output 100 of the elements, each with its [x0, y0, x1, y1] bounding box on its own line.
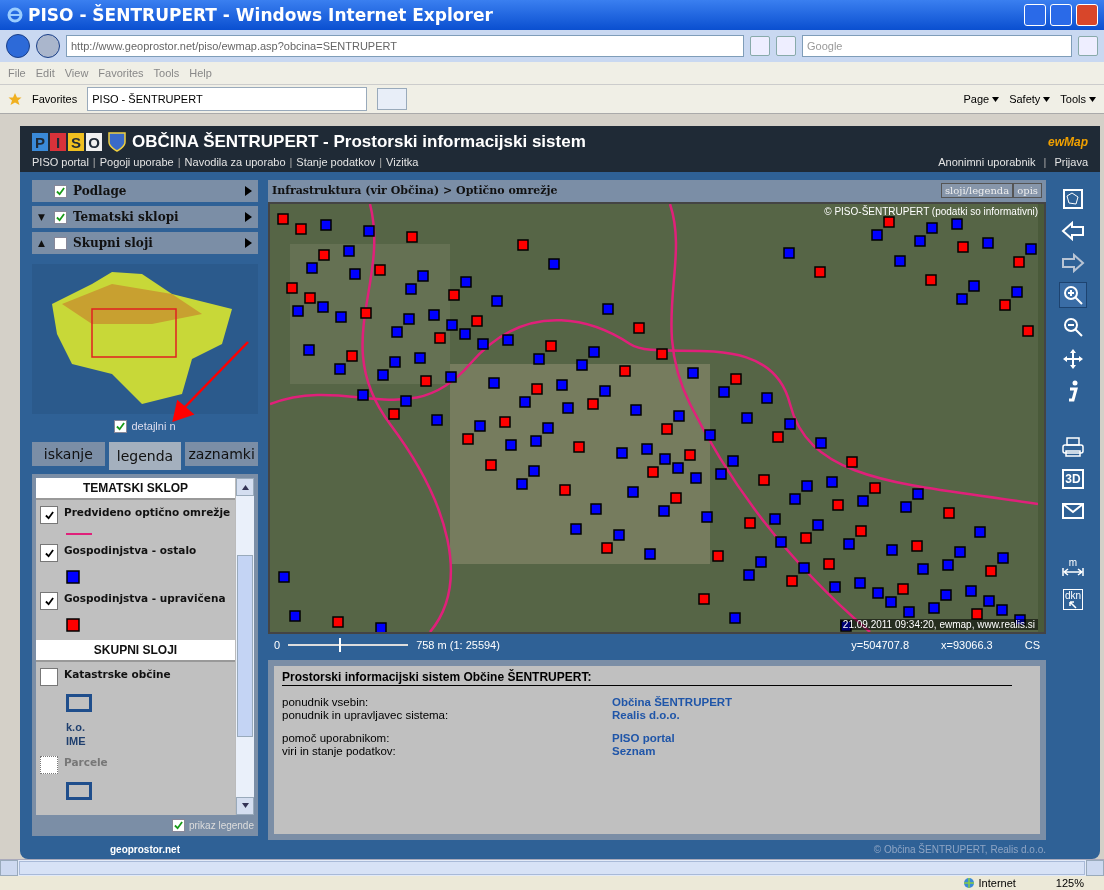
- layer-group[interactable]: Podlage: [32, 180, 258, 202]
- map-attribution: © PISO-ŠENTRUPERT (podatki so informativni): [824, 205, 1038, 217]
- address-field[interactable]: http://www.geoprostor.net/piso/ewmap.asp?obcina=SENTRUPERT: [66, 35, 744, 57]
- user-link[interactable]: Anonimni uporabnik: [938, 156, 1036, 168]
- checkbox[interactable]: [40, 592, 58, 610]
- info-label: ponudnik vsebin:: [282, 695, 370, 709]
- checkbox-label: detajlni n: [131, 420, 176, 432]
- caret-icon[interactable]: [1089, 96, 1096, 102]
- browser-logo-icon: [6, 6, 24, 24]
- nav-link[interactable]: Vizitka: [386, 156, 419, 168]
- user-link[interactable]: Prijava: [1054, 156, 1088, 168]
- scale-reading: 758 m (1: 25594): [416, 638, 500, 651]
- command-menu[interactable]: Safety: [1009, 93, 1041, 105]
- info-label: viri in stanje podatkov:: [282, 744, 397, 758]
- brand-logo: ewMap: [1048, 135, 1088, 149]
- toolbar-button[interactable]: [1059, 218, 1087, 244]
- checkbox[interactable]: [171, 818, 185, 832]
- search-field[interactable]: Google: [802, 35, 1072, 57]
- legend-label: Parcele: [64, 756, 108, 768]
- map-timestamp: 21.09.2011 09:34:20, ewmap, www.realis.si: [839, 618, 1038, 630]
- forward-arrow-icon: [1061, 253, 1085, 273]
- legend-label: Gospodinjstva - ostalo: [64, 544, 197, 556]
- coordinate: y=504707.8: [851, 638, 910, 651]
- info-icon: [1066, 380, 1080, 402]
- breadcrumb: Infrastruktura (vir Občina) > Optično omrežje: [272, 184, 558, 198]
- legend-caption: k.o. IME: [66, 720, 87, 748]
- app-title: OBČINA ŠENTRUPERT - Prostorski informacijski sistem: [132, 132, 587, 152]
- back-button[interactable]: [6, 34, 30, 58]
- envelope-icon: [1061, 502, 1085, 520]
- panel-tab[interactable]: legenda: [108, 442, 182, 470]
- star-icon: [8, 92, 22, 106]
- command-menu[interactable]: Page: [963, 93, 990, 105]
- minimize-button[interactable]: [1024, 4, 1046, 26]
- expand-toggle[interactable]: ▼: [38, 212, 45, 222]
- legend-label: Katastrske občine: [64, 668, 171, 680]
- map-icon: [1062, 188, 1084, 210]
- toolbar-button[interactable]: [1059, 282, 1087, 308]
- zoom-level[interactable]: 125%: [1055, 877, 1084, 889]
- caret-icon[interactable]: [992, 96, 1000, 102]
- link-separator: |: [1043, 156, 1047, 168]
- close-button[interactable]: [1076, 4, 1098, 26]
- toolbar-button[interactable]: [1059, 434, 1087, 460]
- checkmark-icon: [173, 820, 183, 830]
- link-separator: |: [177, 156, 181, 168]
- checkbox[interactable]: [54, 184, 67, 198]
- logo-letter: I: [50, 133, 66, 151]
- info-link[interactable]: Občina ŠENTRUPERT: [612, 695, 1032, 709]
- checkmark-icon: [116, 421, 126, 431]
- info-link[interactable]: Seznam: [612, 744, 1032, 758]
- checkbox[interactable]: [114, 419, 128, 433]
- checkbox[interactable]: [40, 668, 58, 686]
- horizontal-scrollbar[interactable]: [0, 859, 1104, 876]
- legend-label: Gospodinjstva - upravičena: [64, 592, 226, 604]
- info-title: Prostorski informacijski sistem Občine ŠENTRUPERT:: [282, 669, 1012, 686]
- scroll-up-icon[interactable]: [241, 484, 249, 490]
- caret-icon[interactable]: [1043, 96, 1051, 102]
- window-title: PISO - ŠENTRUPERT - Windows Internet Explorer: [28, 5, 494, 25]
- legend-label: Predvideno optično omrežje: [64, 506, 231, 518]
- printer-icon: [1061, 436, 1085, 458]
- nav-link[interactable]: PISO portal: [32, 156, 89, 168]
- logo-letter: O: [86, 133, 102, 151]
- arrow-right-icon[interactable]: [245, 212, 252, 222]
- checkbox[interactable]: [40, 506, 58, 524]
- menu-item[interactable]: File: [8, 67, 26, 79]
- panel-tab[interactable]: zaznamki: [185, 442, 258, 466]
- checkmark-icon: [44, 510, 54, 520]
- checkmark-icon: [44, 548, 54, 558]
- checkbox[interactable]: [40, 544, 58, 562]
- footer-logo[interactable]: geoprostor.net: [32, 840, 258, 859]
- coordinate: x=93066.3: [941, 638, 993, 651]
- expand-toggle[interactable]: ▲: [38, 238, 45, 248]
- info-link[interactable]: Realis d.o.o.: [612, 708, 1032, 722]
- info-label: ponudnik in upravljavec sistema:: [282, 708, 450, 722]
- menu-item[interactable]: View: [64, 67, 89, 79]
- zoom-out-icon: [1062, 316, 1084, 338]
- menu-item[interactable]: Tools: [153, 67, 180, 79]
- arrow-right-icon[interactable]: [245, 186, 252, 196]
- favorites-button[interactable]: Favorites: [32, 93, 78, 105]
- info-link[interactable]: PISO portal: [612, 731, 1032, 745]
- nav-link[interactable]: Stanje podatkov: [296, 156, 376, 168]
- layer-group[interactable]: ▼ Tematski sklopi: [32, 206, 258, 228]
- back-arrow-icon: [1061, 221, 1085, 241]
- checkbox[interactable]: [54, 210, 67, 224]
- menu-item[interactable]: Favorites: [98, 67, 144, 79]
- panel-tab[interactable]: iskanje: [32, 442, 105, 466]
- arrow-right-icon[interactable]: [245, 238, 252, 248]
- checkbox[interactable]: [54, 236, 67, 250]
- nav-link[interactable]: Navodila za uporabo: [184, 156, 286, 168]
- nav-link[interactable]: Pogoji uporabe: [99, 156, 174, 168]
- slider-thumb[interactable]: [338, 637, 341, 652]
- browser-tab[interactable]: PISO - ŠENTRUPERT: [87, 87, 368, 111]
- scrollbar[interactable]: [235, 478, 254, 815]
- layer-group[interactable]: ▲ Skupni sloji: [32, 232, 258, 254]
- forward-button[interactable]: [36, 34, 60, 58]
- menu-item[interactable]: Edit: [35, 67, 55, 79]
- command-menu[interactable]: Tools: [1060, 93, 1086, 105]
- menu-item[interactable]: Help: [189, 67, 212, 79]
- restore-button[interactable]: [1050, 4, 1072, 26]
- aerial-map-drawing[interactable]: [270, 203, 1038, 632]
- scroll-down-icon[interactable]: [241, 803, 249, 809]
